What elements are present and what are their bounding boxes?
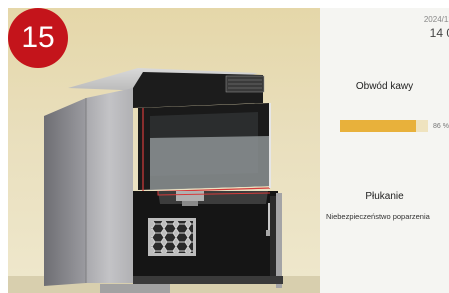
step-number-badge: 15	[8, 8, 68, 68]
machine-display: 2024/12/ 14 0 Obwód kawy 86 % Płukanie N…	[8, 8, 449, 293]
brew-cycle-progress-fill	[340, 120, 416, 132]
coffee-spout	[176, 191, 204, 201]
brew-cycle-title: Obwód kawy	[355, 81, 414, 92]
machine-base	[133, 276, 283, 284]
status-date: 2024/12/	[423, 15, 449, 24]
front-left-panel	[86, 88, 133, 283]
rinse-title: Płukanie	[365, 191, 404, 202]
side-panel	[44, 98, 86, 286]
status-panel: 2024/12/ 14 0 Obwód kawy 86 % Płukanie N…	[320, 8, 449, 293]
brew-cycle-progress-bar	[340, 120, 428, 132]
status-time: 14 0	[429, 26, 449, 40]
brew-cycle-progress-value: 86 %	[433, 123, 449, 130]
scald-warning-text: Niebezpieczeństwo poparzenia	[326, 212, 430, 221]
